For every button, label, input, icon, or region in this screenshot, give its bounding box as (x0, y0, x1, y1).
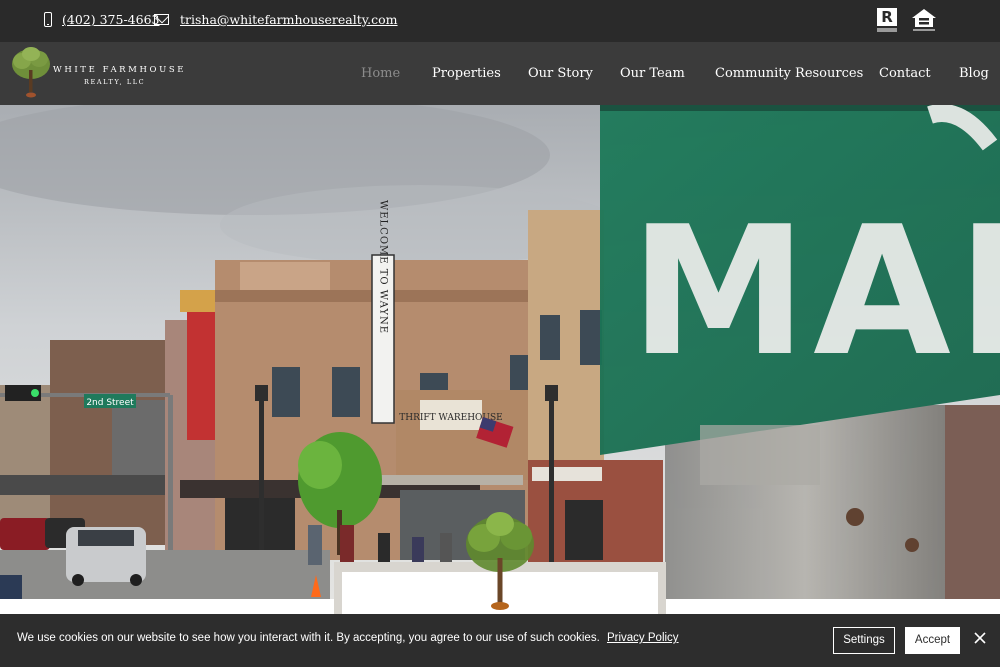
phone-link[interactable]: (402) 375-4663 (62, 12, 159, 27)
main-sign-text: MAIN (630, 188, 1000, 395)
email-contact[interactable]: trisha@whitefarmhouserealty.com (154, 12, 398, 27)
top-contact-bar: (402) 375-4663 trisha@whitefarmhousereal… (0, 0, 1000, 42)
phone-contact[interactable]: (402) 375-4663 (44, 12, 159, 27)
cookie-consent-bar: We use cookies on our website to see how… (0, 614, 1000, 667)
nav-contact[interactable]: Contact (879, 66, 931, 81)
close-icon[interactable] (973, 631, 987, 645)
privacy-policy-link[interactable]: Privacy Policy (607, 632, 679, 644)
email-link[interactable]: trisha@whitefarmhouserealty.com (180, 12, 398, 27)
nav-home[interactable]: Home (361, 66, 400, 81)
cookie-text: We use cookies on our website to see how… (17, 632, 600, 644)
nav-properties[interactable]: Properties (432, 66, 501, 81)
nav-community-resources[interactable]: Community Resources (715, 66, 863, 81)
cookie-message: We use cookies on our website to see how… (17, 632, 679, 644)
welcome-sign-text: WELCOME TO WAYNE (378, 200, 389, 334)
equal-housing-icon (912, 9, 936, 31)
cookie-settings-button[interactable]: Settings (833, 627, 895, 654)
brand-logo[interactable]: WHITE FARMHOUSE REALTY, LLC (8, 44, 183, 102)
brand-subname: REALTY, LLC (84, 78, 146, 86)
brand-name: WHITE FARMHOUSE (53, 65, 187, 75)
main-navbar: WHITE FARMHOUSE REALTY, LLC Home Propert… (0, 42, 1000, 105)
nav-our-story[interactable]: Our Story (528, 66, 593, 81)
mail-icon (154, 14, 169, 25)
tree-emblem-icon (466, 512, 534, 610)
realtor-logo-icon: R (877, 8, 899, 32)
tree-logo-icon (12, 47, 50, 98)
cookie-accept-button[interactable]: Accept (905, 627, 960, 654)
phone-icon (44, 12, 52, 27)
nav-blog[interactable]: Blog (959, 66, 989, 81)
nav-our-team[interactable]: Our Team (620, 66, 685, 81)
street-sign-text: 2nd Street (86, 398, 134, 408)
